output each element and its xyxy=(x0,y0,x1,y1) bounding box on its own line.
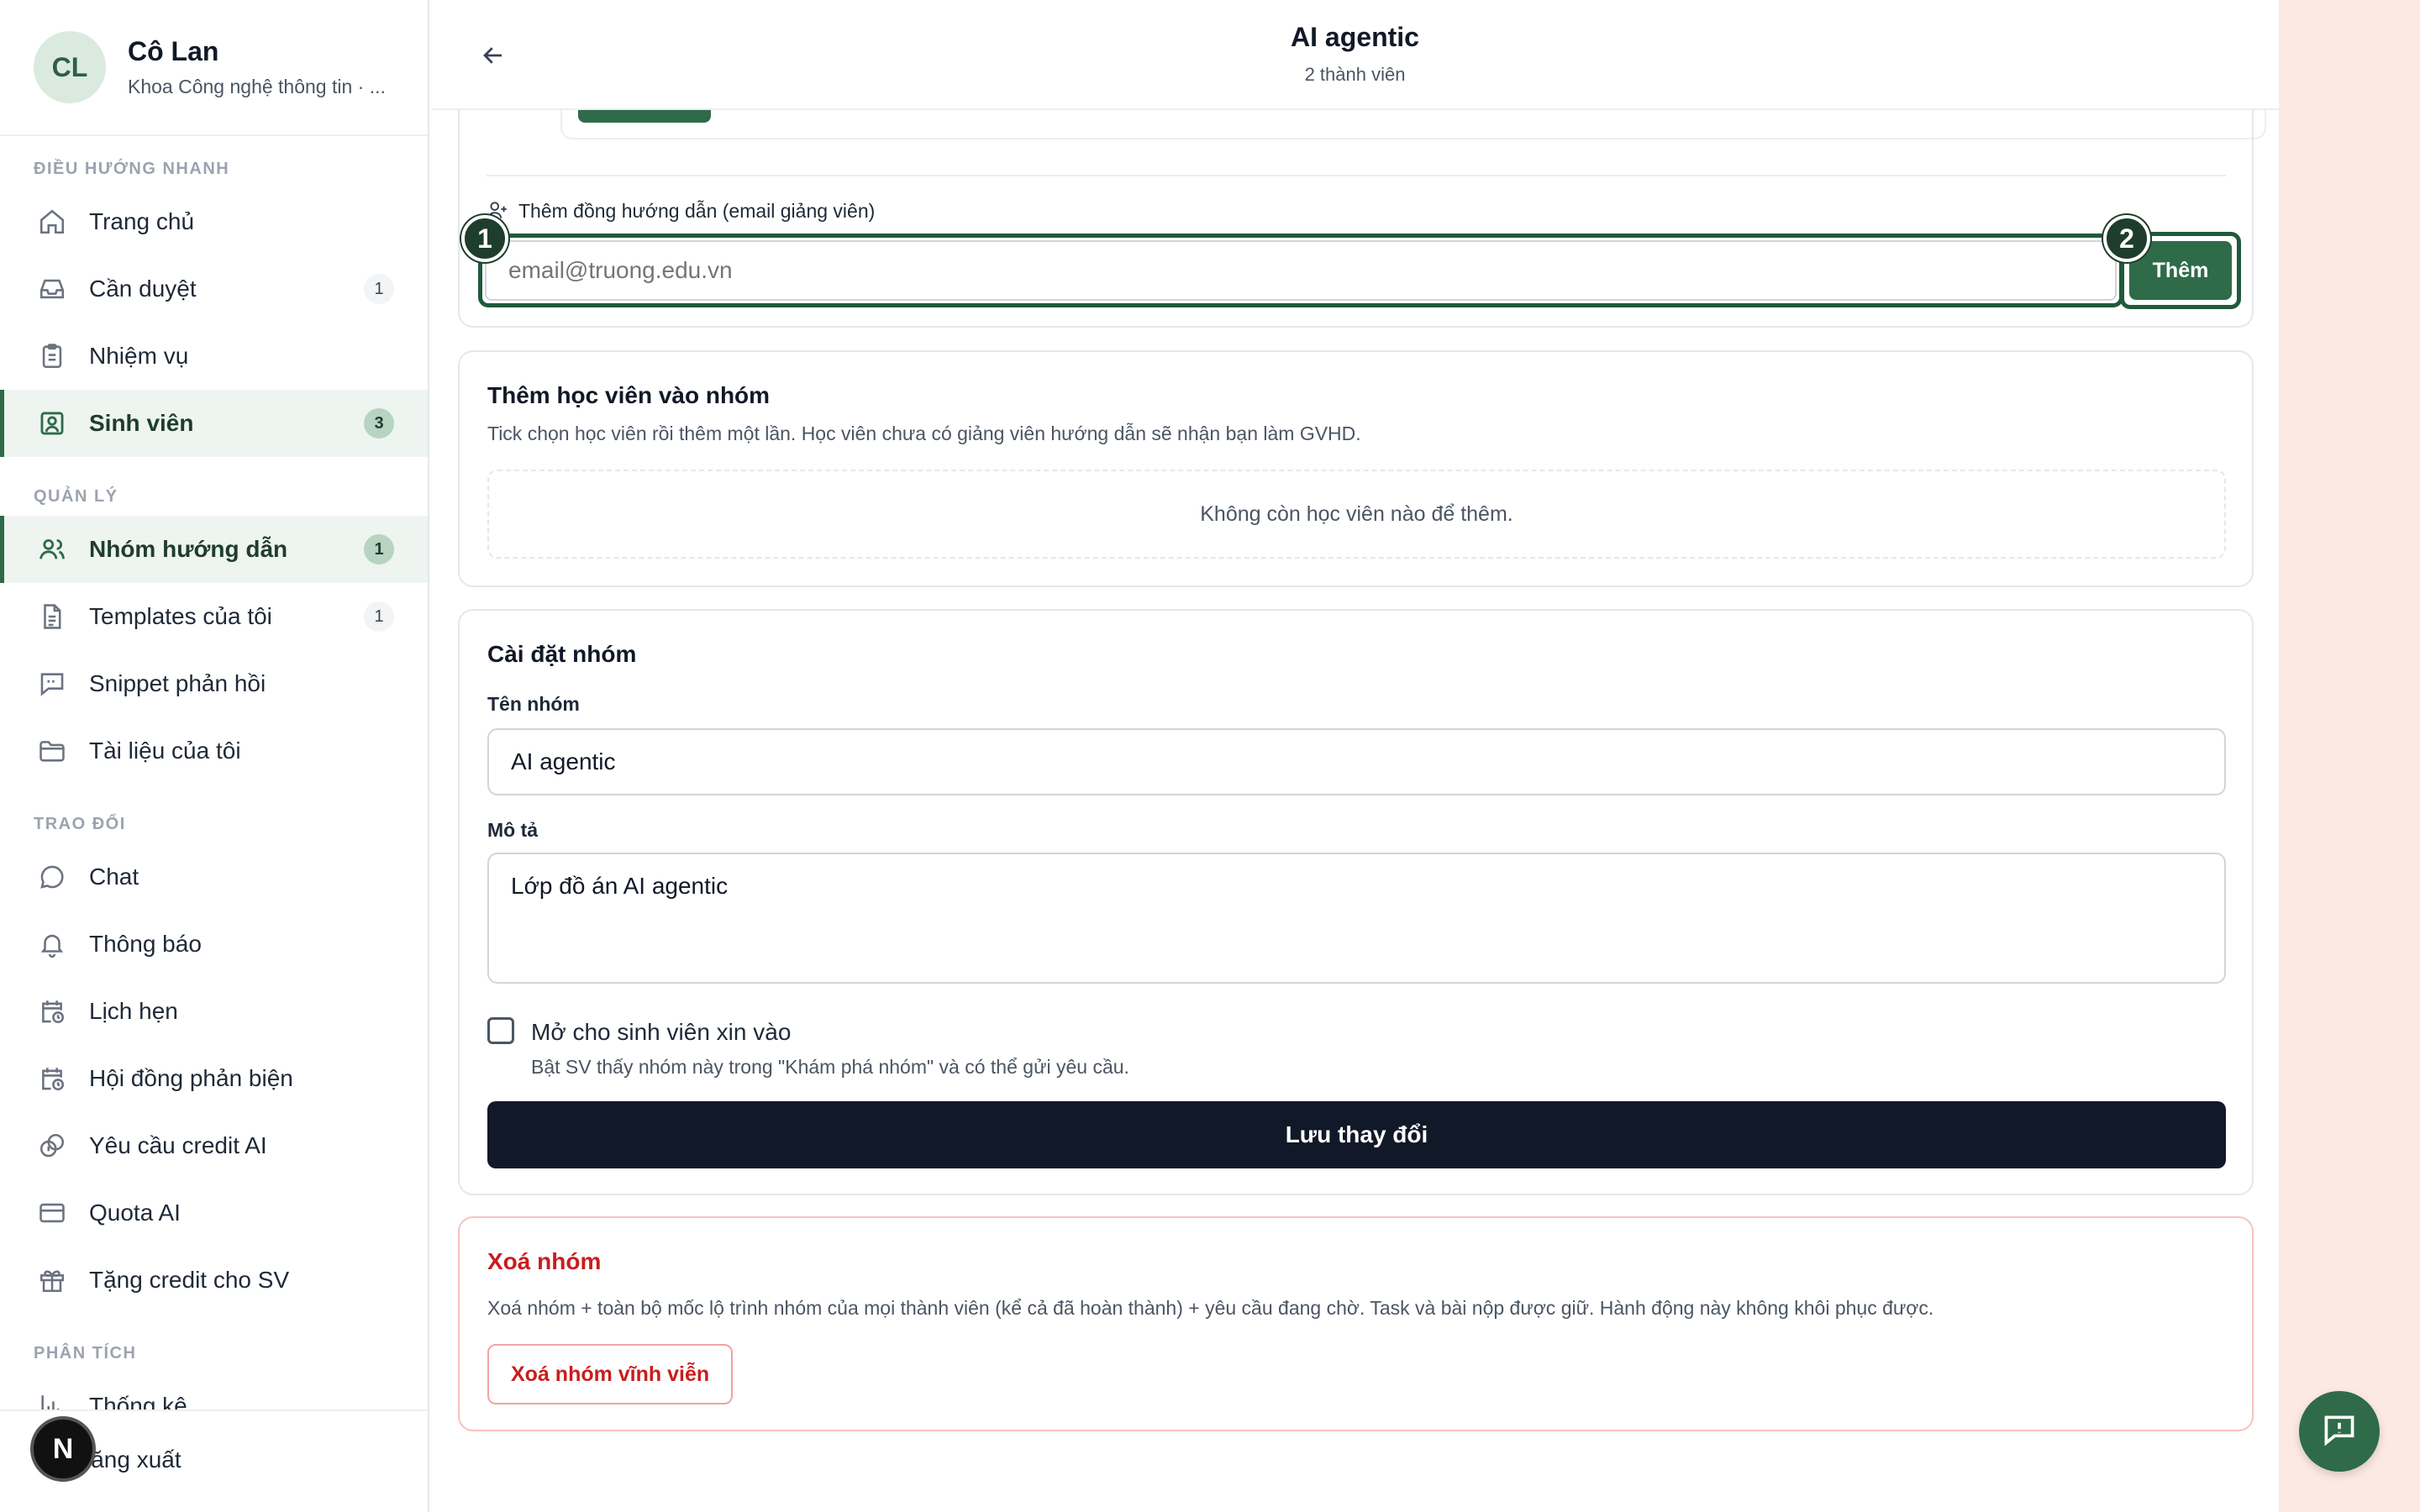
co-advisor-label: Thêm đồng hướng dẫn (email giảng viên) xyxy=(518,200,876,222)
co-advisor-email-input[interactable] xyxy=(485,240,2117,301)
add-students-title: Thêm học viên vào nhóm xyxy=(487,382,771,408)
top-bar: AI agentic 2 thành viên xyxy=(431,0,2279,110)
count-badge: 1 xyxy=(364,601,394,632)
empty-students-message: Không còn học viên nào để thêm. xyxy=(487,470,2226,559)
home-icon xyxy=(37,207,67,237)
count-badge: 1 xyxy=(364,274,394,304)
users-icon xyxy=(37,534,67,564)
message-alert-icon xyxy=(2321,1411,2358,1452)
inbox-icon xyxy=(37,274,67,304)
sidebar-item-groups[interactable]: Nhóm hướng dẫn 1 xyxy=(0,516,428,583)
sidebar-item-label: Nhiệm vụ xyxy=(89,343,189,369)
sidebar-item-label: Templates của tôi xyxy=(89,603,272,629)
message-square-icon xyxy=(37,669,67,699)
sidebar-item-students[interactable]: Sinh viên 3 xyxy=(0,390,428,457)
sidebar-item-snippets[interactable]: Snippet phản hồi xyxy=(0,650,428,717)
file-text-icon xyxy=(37,601,67,632)
step-marker-1: 1 xyxy=(461,215,508,262)
sidebar-item-label: Tặng credit cho SV xyxy=(89,1267,290,1293)
delete-group-title: Xoá nhóm xyxy=(487,1248,602,1274)
sidebar-item-label: Yêu cầu credit AI xyxy=(89,1132,267,1158)
profile-header[interactable]: CL Cô Lan Khoa Công nghệ thông tin · ... xyxy=(0,0,428,136)
description-label: Mô tả xyxy=(487,819,539,841)
right-background xyxy=(2279,0,2420,1512)
add-students-description: Tick chọn học viên rồi thêm một lần. Học… xyxy=(487,423,1361,444)
delete-group-card: Xoá nhóm Xoá nhóm + toàn bộ mốc lộ trình… xyxy=(458,1216,2254,1431)
delete-group-button[interactable]: Xoá nhóm vĩnh viễn xyxy=(487,1344,734,1404)
section-manage: QUẢN LÝ xyxy=(34,487,118,506)
sidebar-item-gift-credit[interactable]: Tặng credit cho SV xyxy=(0,1247,428,1314)
sidebar-item-label: Snippet phản hồi xyxy=(89,670,266,696)
user-square-icon xyxy=(37,408,67,438)
sidebar-item-committee[interactable]: Hội đồng phản biện xyxy=(0,1045,428,1112)
page-title: AI agentic xyxy=(1291,22,1419,52)
avatar: CL xyxy=(34,31,106,103)
coins-icon xyxy=(37,1131,67,1161)
feedback-button[interactable] xyxy=(2299,1391,2380,1472)
group-settings-card: Cài đặt nhóm Tên nhóm AI agentic Mô tả L… xyxy=(458,609,2254,1195)
calendar-clock-icon xyxy=(37,1063,67,1094)
n-badge[interactable]: N xyxy=(30,1416,96,1482)
sidebar-item-label: Hội đồng phản biện xyxy=(89,1065,293,1091)
chat-bubble-icon xyxy=(37,862,67,892)
sidebar-item-label: Lịch hẹn xyxy=(89,998,178,1024)
profile-subtitle: Khoa Công nghệ thông tin · ... xyxy=(128,76,386,97)
gift-icon xyxy=(37,1265,67,1295)
sidebar-item-review[interactable]: Cần duyệt 1 xyxy=(0,255,428,323)
sidebar-item-templates[interactable]: Templates của tôi 1 xyxy=(0,583,428,650)
sidebar-item-home[interactable]: Trang chủ xyxy=(0,188,428,255)
sidebar-item-notifications[interactable]: Thông báo xyxy=(0,911,428,978)
folder-icon xyxy=(37,736,67,766)
clipboard-icon xyxy=(37,341,67,371)
sidebar-item-label: Sinh viên xyxy=(89,410,194,436)
save-changes-button[interactable]: Lưu thay đổi xyxy=(487,1101,2226,1168)
delete-group-description: Xoá nhóm + toàn bộ mốc lộ trình nhóm của… xyxy=(487,1297,1934,1319)
sidebar-item-label: Cần duyệt xyxy=(89,276,197,302)
group-name-label: Tên nhóm xyxy=(487,693,580,715)
profile-name: Cô Lan xyxy=(128,36,219,66)
count-badge: 1 xyxy=(364,534,394,564)
step-marker-2: 2 xyxy=(2103,215,2150,262)
sidebar-item-label: Quota AI xyxy=(89,1200,181,1226)
count-badge: 3 xyxy=(364,408,394,438)
sidebar-item-tasks[interactable]: Nhiệm vụ xyxy=(0,323,428,390)
sidebar-item-label: Trang chủ xyxy=(89,208,195,234)
sidebar-item-label: Tài liệu của tôi xyxy=(89,738,241,764)
sidebar-item-appointments[interactable]: Lịch hẹn xyxy=(0,978,428,1045)
group-name-input[interactable]: AI agentic xyxy=(487,728,2226,795)
description-textarea[interactable]: Lớp đồ án AI agentic xyxy=(487,853,2226,984)
calendar-clock-icon xyxy=(37,996,67,1026)
section-analytics: PHÂN TÍCH xyxy=(34,1344,137,1362)
sidebar: CL Cô Lan Khoa Công nghệ thông tin · ...… xyxy=(0,0,429,1512)
open-join-checkbox[interactable] xyxy=(487,1017,514,1044)
sidebar-item-credit-request[interactable]: Yêu cầu credit AI xyxy=(0,1112,428,1179)
add-students-card: Thêm học viên vào nhóm Tick chọn học viê… xyxy=(458,350,2254,587)
sidebar-item-label: Thông báo xyxy=(89,931,202,957)
open-join-hint: Bật SV thấy nhóm này trong "Khám phá nhó… xyxy=(531,1056,1129,1078)
sidebar-item-label: Chat xyxy=(89,864,139,890)
section-exchange: TRAO ĐỔI xyxy=(34,815,126,833)
sidebar-item-quota[interactable]: Quota AI xyxy=(0,1179,428,1247)
credit-card-icon xyxy=(37,1198,67,1228)
settings-title: Cài đặt nhóm xyxy=(487,641,637,667)
sidebar-item-documents[interactable]: Tài liệu của tôi xyxy=(0,717,428,785)
open-join-label: Mở cho sinh viên xin vào xyxy=(531,1019,792,1045)
bell-icon xyxy=(37,929,67,959)
page-subtitle: 2 thành viên xyxy=(1304,64,1406,85)
sidebar-item-label: Nhóm hướng dẫn xyxy=(89,536,288,562)
main-content: Thêm đồng hướng dẫn (email giảng viên) 1… xyxy=(431,0,2279,1512)
section-quick-nav: ĐIỀU HƯỚNG NHANH xyxy=(34,160,230,178)
sidebar-item-chat[interactable]: Chat xyxy=(0,843,428,911)
